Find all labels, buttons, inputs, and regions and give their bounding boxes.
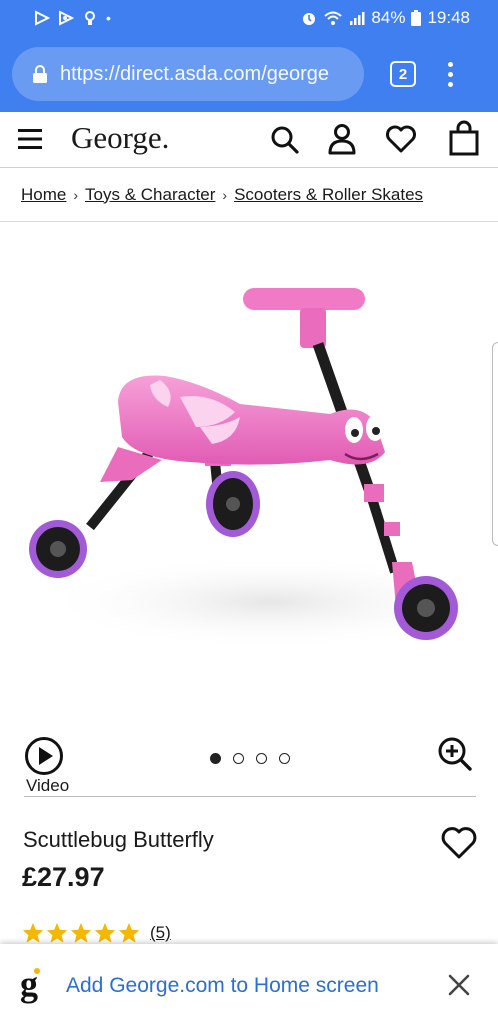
alarm-icon <box>303 13 316 25</box>
play-store-icon <box>35 10 50 26</box>
breadcrumb-scooters[interactable]: Scooters & Roller Skates <box>234 185 423 205</box>
battery-icon <box>411 10 422 26</box>
account-icon[interactable] <box>328 123 356 155</box>
battery-percent: 84% <box>371 8 406 27</box>
signal-icon <box>350 12 365 25</box>
wifi-icon <box>324 11 343 25</box>
status-bar: • 84% 19:48 <box>0 0 498 36</box>
search-icon[interactable] <box>270 125 300 155</box>
carousel-dot[interactable] <box>256 753 267 764</box>
cleaner-icon <box>85 11 95 25</box>
logo-dot <box>34 968 40 974</box>
play-music-icon <box>59 10 74 26</box>
clock: 19:48 <box>427 8 470 27</box>
breadcrumb-home[interactable]: Home <box>21 185 66 205</box>
browser-menu-icon[interactable] <box>448 61 453 87</box>
front-wheel <box>394 576 458 640</box>
add-to-wishlist-icon[interactable] <box>441 826 477 860</box>
close-icon[interactable] <box>448 974 470 996</box>
star-icon <box>94 922 116 943</box>
status-notifications: • <box>34 10 111 26</box>
breadcrumb: Home › Toys & Character › Scooters & Rol… <box>0 168 498 222</box>
menu-icon[interactable] <box>18 128 42 150</box>
rear-left-wheel <box>29 520 87 578</box>
rear-right-wheel <box>206 471 260 537</box>
browser-chrome: • 84% 19:48 https://direct.asda.com/geor… <box>0 0 498 112</box>
divider <box>24 796 476 797</box>
play-video-icon[interactable] <box>24 736 64 776</box>
product-image <box>29 288 498 650</box>
product-price: £27.97 <box>22 862 105 892</box>
tab-switcher-button[interactable]: 2 <box>390 61 416 87</box>
wishlist-icon[interactable] <box>385 125 417 153</box>
status-system: 84% 19:48 <box>301 8 470 28</box>
media-controls: Video <box>0 730 498 798</box>
chevron-right-icon: › <box>73 186 79 203</box>
basket-icon[interactable] <box>448 120 480 156</box>
url-row: https://direct.asda.com/george 2 <box>0 36 498 112</box>
lock-icon <box>33 65 47 83</box>
star-icon <box>22 922 44 943</box>
carousel-dot[interactable] <box>279 753 290 764</box>
star-icon <box>46 922 68 943</box>
chevron-right-icon: › <box>222 186 228 203</box>
page-scroll-handle[interactable] <box>492 342 498 546</box>
zoom-in-icon[interactable] <box>437 736 473 772</box>
url-bar[interactable]: https://direct.asda.com/george <box>12 47 364 101</box>
star-icon <box>118 922 140 943</box>
george-logo[interactable]: George. <box>71 120 169 156</box>
add-to-home-screen-banner[interactable]: g Add George.com to Home screen <box>0 944 498 1024</box>
star-icon <box>70 922 92 943</box>
product-image-carousel[interactable] <box>0 222 498 722</box>
site-header: George. <box>0 112 498 168</box>
carousel-dots <box>210 753 290 764</box>
more-notifications-icon: • <box>106 10 111 26</box>
product-rating[interactable]: (5) <box>22 922 171 944</box>
add-to-home-screen-text[interactable]: Add George.com to Home screen <box>66 974 379 998</box>
review-count-link[interactable]: (5) <box>150 923 171 943</box>
product-title: Scuttlebug Butterfly <box>23 827 214 852</box>
carousel-dot[interactable] <box>233 753 244 764</box>
url-text: https://direct.asda.com/george <box>60 62 330 85</box>
breadcrumb-toys[interactable]: Toys & Character <box>85 185 215 205</box>
video-label[interactable]: Video <box>26 776 69 796</box>
carousel-dot[interactable] <box>210 753 221 764</box>
